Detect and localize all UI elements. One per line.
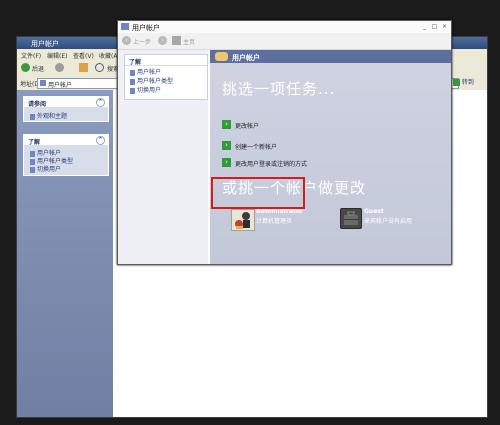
task-label: 创建一个新帐户 (235, 144, 278, 151)
briefcase-avatar-icon (340, 208, 362, 229)
learn-box: 了解 用户帐户 用户帐户类型 切换用户 (124, 54, 208, 100)
help-icon (130, 69, 135, 76)
forward-arrow-icon[interactable]: › (158, 36, 167, 45)
green-arrow-icon: › (222, 120, 231, 129)
user-accounts-icon (121, 23, 129, 30)
learn-header: 了解 (125, 55, 207, 66)
main-header: 用户帐户 (210, 50, 451, 63)
front-navbar: ‹ 上一步 › 主页 (118, 33, 451, 50)
minimize-button[interactable]: _ (421, 23, 428, 30)
learn-link-account-types[interactable]: 用户帐户类型 (130, 76, 173, 85)
menu-view[interactable]: 查看(V) (73, 51, 94, 60)
back-window-title: 用户帐户 (31, 40, 59, 48)
account-administrator[interactable]: Administrator 计算机管理员 (227, 205, 307, 233)
account-name: Administrator (256, 208, 303, 215)
menu-edit[interactable]: 编辑(E) (47, 51, 67, 60)
chess-avatar-icon (231, 209, 255, 231)
collapse-chevron-icon[interactable]: ^ (96, 98, 105, 107)
learn-heading: 了解 (129, 59, 142, 66)
menu-file[interactable]: 文件(F) (21, 51, 41, 60)
see-also-box: 请参阅 ^ 外观和主题 (23, 96, 109, 122)
help-icon (30, 166, 35, 173)
up-folder-icon[interactable] (79, 63, 88, 72)
highlight-annotation-box (211, 177, 305, 209)
front-window: 用户帐户 _ □ × ‹ 上一步 › 主页 了解 用户帐户 用户帐户类型 切换用… (117, 20, 452, 265)
green-arrow-icon: › (222, 158, 231, 167)
back-task-pane: 请参阅 ^ 外观和主题 了解 ^ 用户帐户 用户帐户类型 切换用户 (17, 90, 113, 417)
account-name: Guest (364, 208, 384, 215)
close-button[interactable]: × (441, 23, 448, 30)
back-arrow-icon[interactable] (21, 63, 30, 72)
learn-link-user-accounts[interactable]: 用户帐户 (130, 67, 161, 76)
front-main-panel: 用户帐户 挑选一项任务... › 更改帐户 › 创建一个新帐户 › 更改用户登录… (210, 50, 451, 264)
go-button[interactable]: 转到 (453, 77, 483, 88)
task-label: 更改用户登录或注销的方式 (235, 161, 308, 168)
go-arrow-icon (453, 79, 460, 86)
account-detail: 计算机管理员 (256, 218, 293, 225)
learn-box: 了解 ^ 用户帐户 用户帐户类型 切换用户 (23, 134, 109, 176)
appearance-icon (30, 113, 35, 120)
help-icon (130, 87, 135, 94)
link-label: 用户帐户 (137, 69, 162, 76)
search-icon[interactable] (95, 63, 104, 72)
back-arrow-icon[interactable]: ‹ (122, 36, 131, 45)
user-accounts-icon (215, 52, 228, 61)
link-appearance-themes[interactable]: 外观和主题 (30, 111, 67, 120)
link-label: 切换用户 (37, 166, 62, 173)
learn-link-switch-user[interactable]: 切换用户 (130, 85, 161, 94)
see-also-header[interactable]: 请参阅 ^ (24, 97, 108, 108)
forward-arrow-icon[interactable] (55, 63, 64, 72)
help-icon (130, 78, 135, 85)
link-label: 用户帐户类型 (137, 78, 174, 85)
pick-task-heading: 挑选一项任务... (222, 80, 336, 98)
address-value: 用户帐户 (48, 82, 73, 89)
back-button-label[interactable]: 上一步 (133, 37, 151, 46)
folder-icon (40, 80, 46, 86)
link-label: 切换用户 (137, 87, 162, 94)
account-guest[interactable]: Guest 来宾帐户没有启用 (337, 205, 417, 233)
go-button-label: 转到 (461, 79, 474, 86)
home-button-label[interactable]: 主页 (183, 37, 195, 46)
learn-heading: 了解 (28, 139, 41, 146)
back-button-label[interactable]: 后退 (32, 64, 44, 73)
account-detail: 来宾帐户没有启用 (364, 218, 413, 225)
learn-header[interactable]: 了解 ^ (24, 135, 108, 146)
front-task-pane: 了解 用户帐户 用户帐户类型 切换用户 (118, 50, 208, 264)
link-label: 外观和主题 (37, 113, 68, 120)
green-arrow-icon: › (222, 141, 231, 150)
learn-link-switch-user[interactable]: 切换用户 (30, 164, 61, 173)
task-label: 更改帐户 (235, 123, 260, 130)
see-also-heading: 请参阅 (28, 101, 47, 108)
collapse-chevron-icon[interactable]: ^ (96, 136, 105, 145)
front-window-title: 用户帐户 (132, 24, 160, 32)
home-icon[interactable] (172, 36, 181, 45)
main-title: 用户帐户 (232, 54, 260, 62)
maximize-button[interactable]: □ (431, 23, 438, 30)
